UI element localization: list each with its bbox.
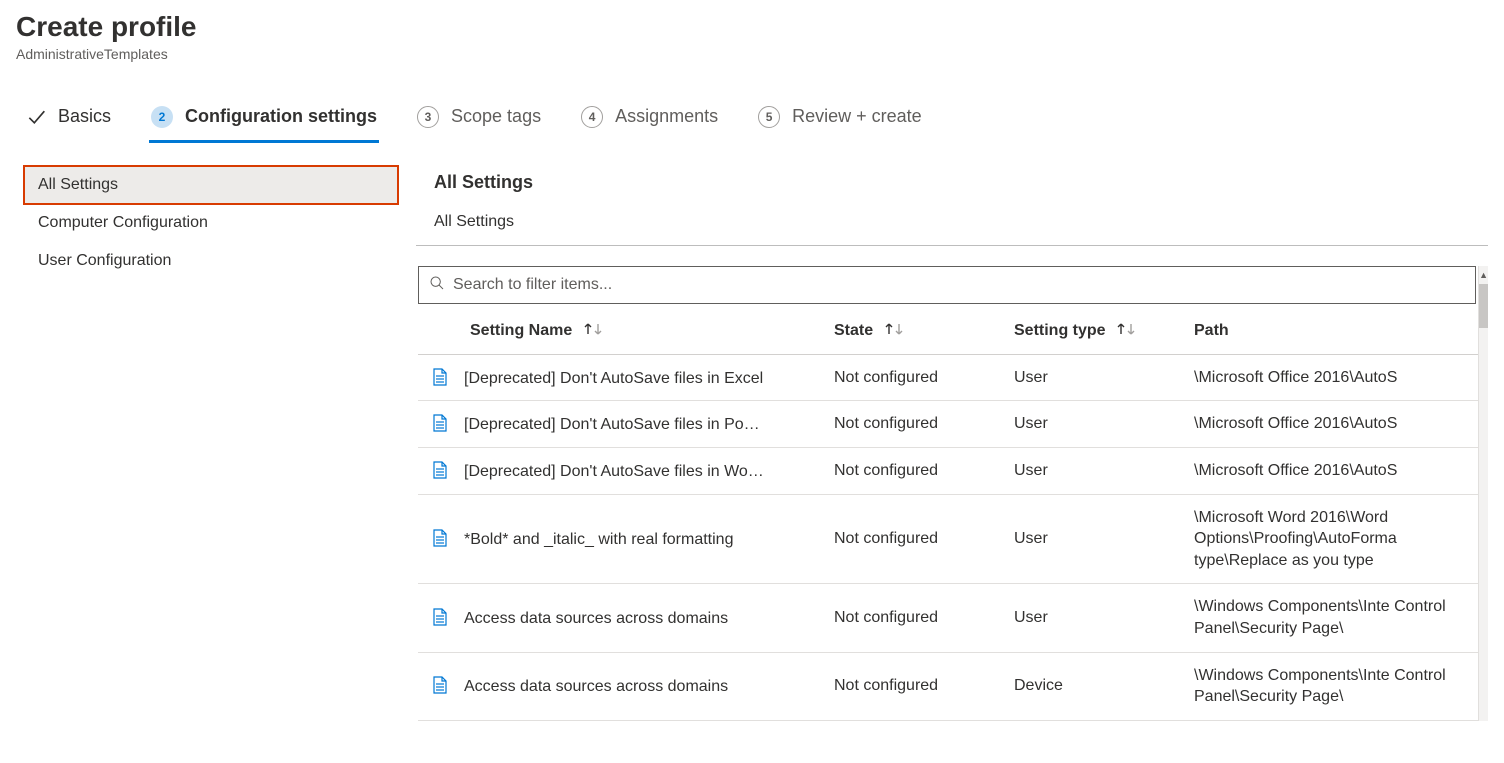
settings-table: Setting Name State <box>418 304 1478 721</box>
setting-name: [Deprecated] Don't AutoSave files in Exc… <box>464 370 763 387</box>
step-scope-tags[interactable]: 3 Scope tags <box>415 102 543 140</box>
search-icon <box>429 275 445 294</box>
step-number-badge: 4 <box>581 106 603 128</box>
page-subtitle: AdministrativeTemplates <box>16 46 1488 62</box>
sort-icon <box>583 322 603 340</box>
table-row[interactable]: [Deprecated] Don't AutoSave files in Exc… <box>418 354 1478 401</box>
sort-icon <box>884 322 904 340</box>
column-header-path[interactable]: Path <box>1194 304 1478 355</box>
document-icon <box>432 461 448 479</box>
sidebar-item-all-settings[interactable]: All Settings <box>24 166 398 204</box>
table-row[interactable]: Access data sources across domains Not co… <box>418 584 1478 652</box>
step-basics[interactable]: Basics <box>24 102 113 139</box>
setting-type: User <box>1014 584 1194 652</box>
setting-state: Not configured <box>834 494 1014 584</box>
search-box[interactable] <box>418 266 1476 304</box>
setting-type: User <box>1014 448 1194 495</box>
setting-path: \Microsoft Word 2016\Word Options\Proofi… <box>1194 494 1478 584</box>
setting-state: Not configured <box>834 652 1014 720</box>
setting-state: Not configured <box>834 448 1014 495</box>
setting-path: \Microsoft Office 2016\AutoS <box>1194 354 1478 401</box>
step-number-badge: 2 <box>151 106 173 128</box>
table-row[interactable]: Access data sources across domains Not co… <box>418 652 1478 720</box>
step-configuration-settings[interactable]: 2 Configuration settings <box>149 102 379 143</box>
setting-type: Device <box>1014 652 1194 720</box>
vertical-scrollbar[interactable]: ▲ <box>1478 266 1488 721</box>
setting-path: \Windows Components\Inte Control Panel\S… <box>1194 584 1478 652</box>
table-row[interactable]: [Deprecated] Don't AutoSave files in Po…… <box>418 401 1478 448</box>
table-row[interactable]: [Deprecated] Don't AutoSave files in Wo…… <box>418 448 1478 495</box>
step-label: Basics <box>58 106 111 127</box>
step-label: Review + create <box>792 106 922 127</box>
setting-name: *Bold* and _italic_ with real formatting <box>464 531 733 548</box>
column-header-state[interactable]: State <box>834 304 1014 355</box>
document-icon <box>432 529 448 547</box>
sort-icon <box>1116 322 1136 340</box>
setting-state: Not configured <box>834 401 1014 448</box>
setting-path: \Microsoft Office 2016\AutoS <box>1194 401 1478 448</box>
column-header-setting-type[interactable]: Setting type <box>1014 304 1194 355</box>
step-number-badge: 3 <box>417 106 439 128</box>
setting-name: [Deprecated] Don't AutoSave files in Wo… <box>464 463 764 480</box>
setting-type: User <box>1014 494 1194 584</box>
document-icon <box>432 608 448 626</box>
setting-path: \Windows Components\Inte Control Panel\S… <box>1194 652 1478 720</box>
setting-state: Not configured <box>834 354 1014 401</box>
step-review-create[interactable]: 5 Review + create <box>756 102 924 140</box>
column-header-setting-name[interactable]: Setting Name <box>418 304 834 355</box>
table-row[interactable]: *Bold* and _italic_ with real formatting… <box>418 494 1478 584</box>
step-assignments[interactable]: 4 Assignments <box>579 102 720 140</box>
setting-type: User <box>1014 354 1194 401</box>
sidebar-item-computer-configuration[interactable]: Computer Configuration <box>24 204 398 242</box>
sidebar-item-user-configuration[interactable]: User Configuration <box>24 242 398 280</box>
section-heading: All Settings <box>416 172 1488 193</box>
page-title: Create profile <box>16 10 1488 44</box>
setting-path: \Microsoft Office 2016\AutoS <box>1194 448 1478 495</box>
document-icon <box>432 368 448 386</box>
step-label: Configuration settings <box>185 106 377 127</box>
breadcrumb: All Settings <box>416 213 1488 246</box>
step-number-badge: 5 <box>758 106 780 128</box>
document-icon <box>432 676 448 694</box>
step-label: Assignments <box>615 106 718 127</box>
scroll-thumb[interactable] <box>1479 284 1488 328</box>
checkmark-icon <box>26 107 46 127</box>
wizard-stepper: Basics 2 Configuration settings 3 Scope … <box>16 102 1488 140</box>
setting-name: [Deprecated] Don't AutoSave files in Po… <box>464 416 760 433</box>
settings-tree: All Settings Computer Configuration User… <box>16 166 416 280</box>
setting-name: Access data sources across domains <box>464 678 728 695</box>
step-label: Scope tags <box>451 106 541 127</box>
document-icon <box>432 414 448 432</box>
setting-state: Not configured <box>834 584 1014 652</box>
search-input[interactable] <box>453 276 1465 294</box>
scroll-up-button[interactable]: ▲ <box>1479 266 1488 284</box>
setting-type: User <box>1014 401 1194 448</box>
setting-name: Access data sources across domains <box>464 610 728 627</box>
